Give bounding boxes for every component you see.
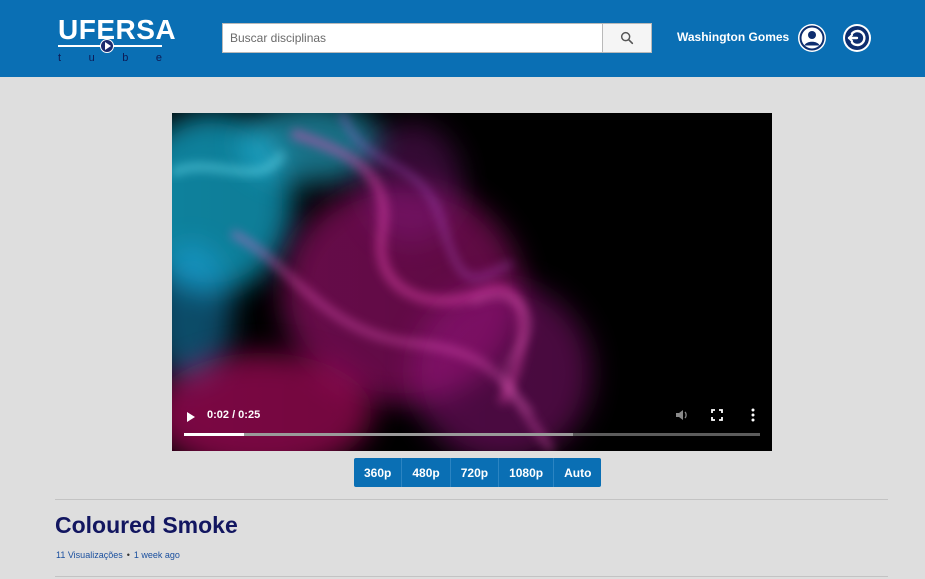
quality-480p-button[interactable]: 480p bbox=[402, 458, 451, 487]
quality-1080p-button[interactable]: 1080p bbox=[499, 458, 555, 487]
top-bar: UFERSA t u b e Washington Gomes bbox=[0, 0, 925, 77]
player-controls: 0:02 / 0:25 bbox=[172, 403, 772, 451]
logo-play-icon bbox=[100, 39, 114, 53]
progress-played bbox=[184, 433, 244, 436]
logo-sub-letter: b bbox=[122, 52, 129, 64]
search-button[interactable] bbox=[603, 23, 652, 53]
quality-selector: 360p 480p 720p 1080p Auto bbox=[354, 458, 602, 487]
ufersa-tube-logo[interactable]: UFERSA t u b e bbox=[56, 12, 176, 64]
logout-button[interactable] bbox=[843, 24, 871, 52]
quality-auto-button[interactable]: Auto bbox=[554, 458, 601, 487]
meta-separator: • bbox=[126, 550, 130, 560]
logo-subtitle: t u b e bbox=[58, 52, 162, 64]
logo-sub-letter: u bbox=[88, 52, 95, 64]
video-title: Coloured Smoke bbox=[55, 512, 238, 538]
fullscreen-icon[interactable] bbox=[710, 407, 724, 423]
video-player[interactable]: 0:02 / 0:25 bbox=[172, 113, 772, 451]
logo-sub-letter: e bbox=[155, 52, 162, 64]
logo-sub-letter: t bbox=[58, 52, 62, 64]
posted-date[interactable]: 1 week ago bbox=[134, 550, 180, 560]
search-bar bbox=[222, 23, 652, 53]
play-icon[interactable] bbox=[184, 410, 198, 424]
search-icon bbox=[620, 31, 634, 45]
quality-360p-button[interactable]: 360p bbox=[354, 458, 403, 487]
volume-icon[interactable] bbox=[674, 407, 690, 423]
profile-button[interactable] bbox=[798, 24, 826, 52]
video-frame-smoke bbox=[172, 113, 772, 451]
logout-icon bbox=[845, 26, 869, 50]
more-options-icon[interactable] bbox=[748, 407, 758, 423]
time-display: 0:02 / 0:25 bbox=[207, 409, 261, 421]
search-input[interactable] bbox=[222, 23, 603, 53]
quality-720p-button[interactable]: 720p bbox=[451, 458, 500, 487]
progress-bar[interactable] bbox=[184, 433, 760, 436]
logo-text: UFERSA bbox=[58, 14, 177, 45]
user-icon bbox=[799, 25, 825, 51]
divider bbox=[55, 576, 888, 577]
divider bbox=[55, 499, 888, 500]
username-link[interactable]: Washington Gomes bbox=[677, 30, 789, 44]
video-meta: 11 Visualizações • 1 week ago bbox=[56, 550, 180, 560]
view-count[interactable]: 11 Visualizações bbox=[56, 550, 123, 560]
